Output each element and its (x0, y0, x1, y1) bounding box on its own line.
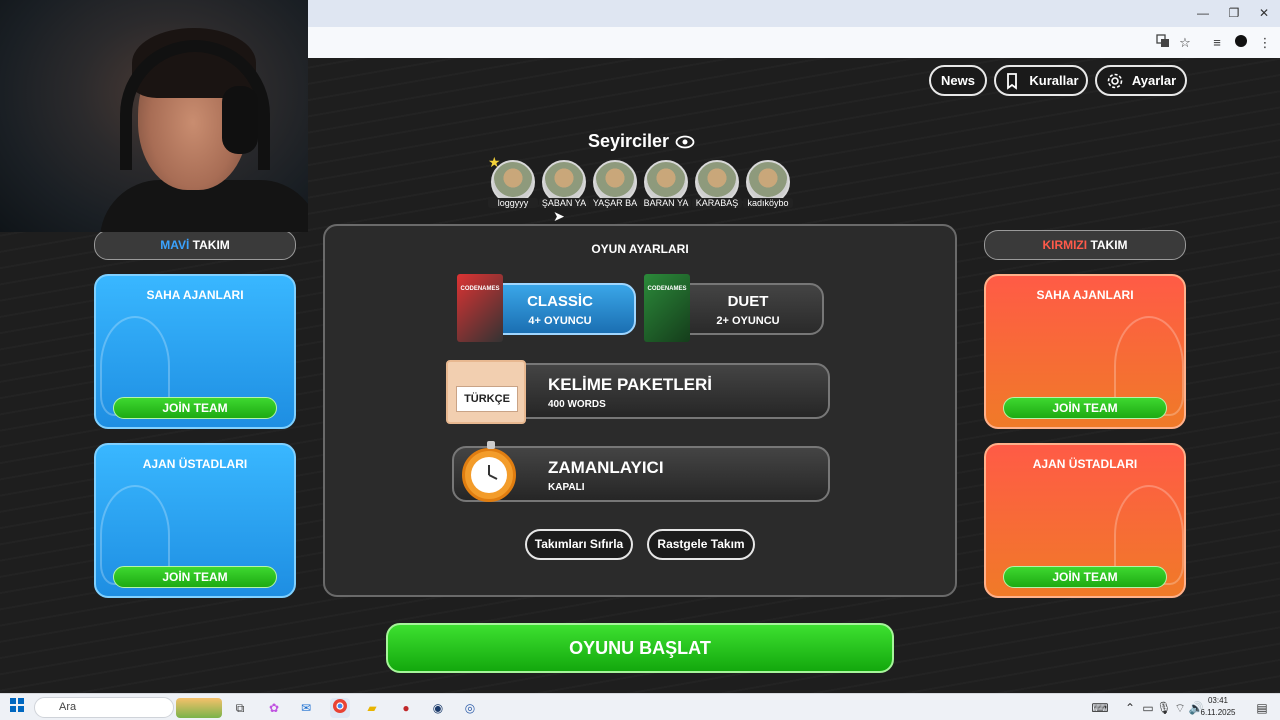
blue-field-agents-join-button[interactable]: JOİN TEAM (113, 397, 277, 419)
bookmark-icon (1007, 72, 1018, 90)
close-window-button[interactable]: ✕ (1249, 0, 1279, 27)
spectator-name: loggyyy (488, 198, 538, 208)
red-team-header: KIRMIZI TAKIM (984, 230, 1186, 260)
red-spymasters-join-button[interactable]: JOİN TEAM (1003, 566, 1167, 588)
red-spymasters-title: AJAN ÜSTADLARI (1032, 457, 1138, 471)
red-field-agents-card: SAHA AJANLARI JOİN TEAM (984, 274, 1186, 429)
windows-start-icon[interactable] (7, 698, 27, 718)
blue-field-agents-card: SAHA AJANLARI JOİN TEAM (94, 274, 296, 429)
taskbar-date: 6.11.2025 (1200, 708, 1236, 717)
blue-team-header: MAVİ TAKIM (94, 230, 296, 260)
spectator-name: kadıköybo (743, 198, 793, 208)
media-icon[interactable]: ≡ (1208, 34, 1226, 52)
news-label: News (941, 73, 975, 88)
copilot-icon[interactable]: ✿ (264, 698, 284, 718)
steam-icon[interactable]: ◉ (428, 698, 448, 718)
word-packs-subtitle: 400 WORDS (548, 399, 606, 410)
red-field-agents-join-button[interactable]: JOİN TEAM (1003, 397, 1167, 419)
task-view-icon[interactable]: ⧉ (230, 698, 250, 718)
widget-image[interactable] (176, 698, 222, 718)
word-pack-card-label: TÜRKÇE (456, 386, 518, 412)
reset-teams-button[interactable]: Takımları Sıfırla (525, 529, 633, 560)
red-spymasters-card: AJAN ÜSTADLARI JOİN TEAM (984, 443, 1186, 598)
spectator-name: ŞABAN YA (539, 198, 589, 208)
spectator-name: KARABAŞ (692, 198, 742, 208)
red-field-agents-title: SAHA AJANLARI (1036, 288, 1134, 302)
settings-label: Ayarlar (1131, 73, 1177, 88)
rules-label: Kurallar (1029, 73, 1079, 88)
spectator-avatar[interactable]: ŞABAN YA (539, 160, 589, 208)
blue-spymasters-join-button[interactable]: JOİN TEAM (113, 566, 277, 588)
gear-icon (1107, 73, 1123, 88)
word-pack-card: TÜRKÇE (446, 360, 526, 424)
blue-spymasters-card: AJAN ÜSTADLARI JOİN TEAM (94, 443, 296, 598)
duet-box-text: CODENAMES (647, 286, 687, 292)
blue-team-word: TAKIM (192, 238, 230, 252)
chevron-up-icon[interactable]: ⌃ (1120, 698, 1140, 718)
timer-subtitle: KAPALI (548, 482, 585, 493)
star-icon[interactable]: ☆ (1176, 34, 1194, 52)
app-icon[interactable]: ● (396, 698, 416, 718)
blue-field-agents-title: SAHA AJANLARI (146, 288, 244, 302)
blue-team-color-word: MAVİ (160, 238, 190, 252)
spectator-avatar[interactable]: loggyyy (488, 160, 538, 208)
news-button[interactable]: News (929, 65, 987, 96)
spectator-name: BARAN YA (641, 198, 691, 208)
blue-spymasters-title: AJAN ÜSTADLARI (142, 457, 248, 471)
classic-box-image: CODENAMES (457, 274, 503, 342)
duet-box-image: CODENAMES (644, 274, 690, 342)
menu-icon[interactable]: ⋮ (1256, 34, 1274, 52)
taskbar-search[interactable]: Ara (34, 697, 174, 718)
translate-icon[interactable] (1154, 34, 1172, 52)
minimize-button[interactable]: — (1188, 0, 1218, 27)
browser-titlebar (308, 0, 1280, 27)
random-teams-button[interactable]: Rastgele Takım (647, 529, 755, 560)
timer-title: ZAMANLAYICI (548, 458, 664, 477)
headset-earcup (222, 86, 258, 154)
word-packs-title: KELİME PAKETLERİ (548, 375, 713, 394)
notification-icon[interactable]: ▤ (1252, 698, 1272, 718)
game-settings-title: OYUN AYARLARI (591, 242, 689, 256)
start-game-button[interactable]: OYUNU BAŞLAT (386, 623, 894, 673)
spectator-avatar[interactable]: YAŞAR BA (590, 160, 640, 208)
spectators-label: Seyirciler (588, 131, 670, 151)
spectator-avatar[interactable]: kadıköybo (743, 160, 793, 208)
address-bar[interactable] (308, 27, 1280, 58)
red-team-color-word: KIRMIZI (1042, 238, 1088, 252)
taskbar-search-placeholder: Ara (59, 701, 77, 713)
file-explorer-icon[interactable]: ▰ (362, 698, 382, 718)
spectators-title: Seyirciler (588, 131, 695, 152)
restore-button[interactable]: ❐ (1219, 0, 1249, 27)
taskbar-clock[interactable]: 03:41 6.11.2025 (1198, 695, 1238, 719)
settings-button[interactable]: Ayarlar (1095, 65, 1187, 96)
spectator-avatar[interactable]: BARAN YA (641, 160, 691, 208)
webcam-overlay (0, 0, 308, 232)
spectator-avatar[interactable]: KARABAŞ (692, 160, 742, 208)
profile-icon[interactable] (1232, 34, 1250, 52)
outlook-icon[interactable]: ✉ (296, 698, 316, 718)
spectator-name: YAŞAR BA (590, 198, 640, 208)
chrome-icon[interactable] (330, 698, 350, 718)
mouse-cursor-icon: ➤ (553, 208, 565, 224)
classic-box-text: CODENAMES (460, 286, 500, 292)
taskbar-time: 03:41 (1207, 696, 1229, 705)
taskbar: Ara ⧉ ✿ ✉ ▰ ● ◉ ◎ ⌨ ⌃ ▭ 🎙 ⌔ 🔊 03:41 6.11… (0, 693, 1280, 720)
eye-icon (675, 135, 695, 148)
keyboard-icon[interactable]: ⌨ (1090, 698, 1110, 718)
red-team-word: TAKIM (1090, 238, 1128, 252)
stopwatch-icon (462, 441, 516, 502)
app-icon[interactable]: ◎ (460, 698, 480, 718)
rules-button[interactable]: Kurallar (994, 65, 1088, 96)
